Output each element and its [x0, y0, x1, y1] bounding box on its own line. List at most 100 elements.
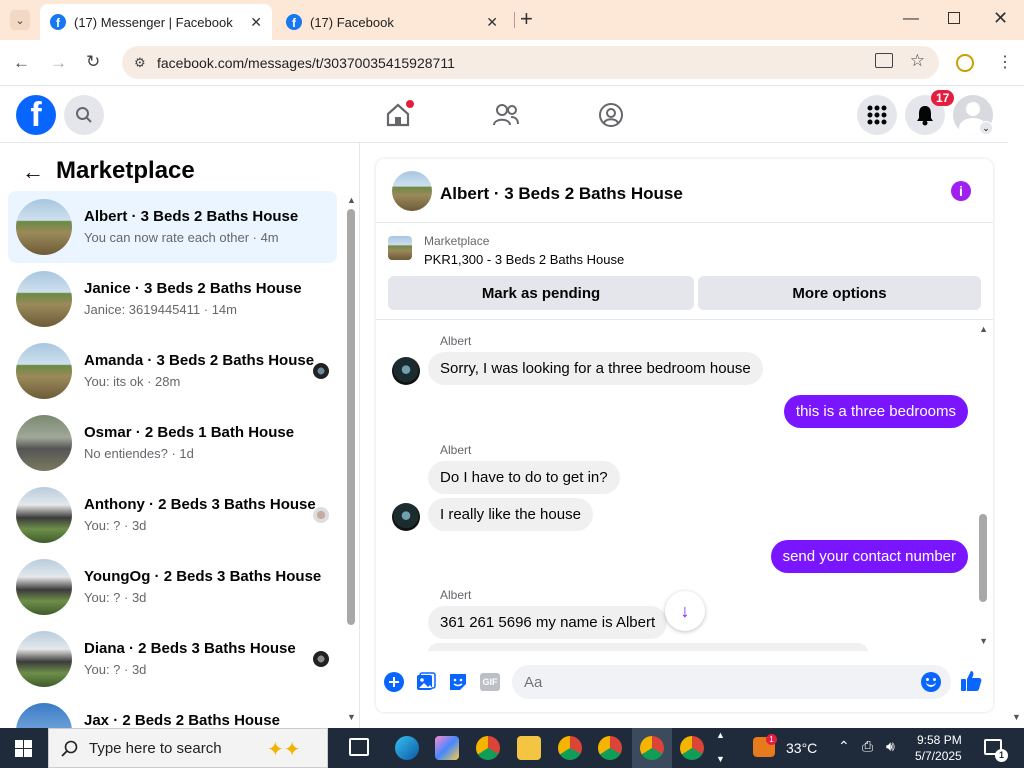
taskbar-scroll-up-icon[interactable]: ▲ [716, 730, 725, 740]
conversation-item[interactable]: Osmar · 2 Beds 1 Bath House No entiendes… [8, 407, 337, 479]
message-bubble-in[interactable]: 361 261 5696 my name is Albert [428, 606, 668, 639]
chrome-icon[interactable] [598, 736, 622, 760]
file-explorer-icon[interactable] [517, 736, 541, 760]
message-bubble-out[interactable]: this is a three bedrooms [783, 395, 968, 428]
new-tab-button[interactable]: + [520, 6, 533, 32]
notification-count: 1 [995, 749, 1008, 762]
more-options-button[interactable]: More options [698, 276, 981, 310]
message-sender: Albert [440, 443, 472, 457]
listing-thumbnail [16, 271, 72, 327]
tab-title: (17) Facebook [310, 14, 394, 30]
close-window-button[interactable]: ✕ [993, 8, 1008, 29]
conversation-item[interactable]: Diana · 2 Beds 3 Baths House You: ? · 3d [8, 623, 337, 695]
scrollbar-thumb[interactable] [347, 209, 355, 625]
sender-avatar[interactable] [392, 503, 420, 531]
url-text[interactable]: facebook.com/messages/t/3037003541592871… [157, 55, 455, 71]
plus-circle-icon[interactable] [383, 671, 405, 693]
menu-dots-icon[interactable]: ⋮ [997, 52, 1013, 72]
edge-icon[interactable] [395, 736, 419, 760]
reload-icon[interactable]: ↻ [86, 52, 100, 72]
scroll-down-icon[interactable]: ▼ [347, 712, 356, 722]
close-tab-icon[interactable]: ✕ [486, 14, 498, 31]
weather-badge: 1 [766, 734, 777, 745]
conversation-item[interactable]: Anthony · 2 Beds 3 Baths House You: ? · … [8, 479, 337, 551]
chrome-icon[interactable] [680, 736, 704, 760]
search-button[interactable] [64, 95, 104, 135]
taskbar-search[interactable]: Type here to search ✦✦ [48, 728, 328, 768]
task-view-icon[interactable] [349, 738, 369, 756]
message-input[interactable] [512, 665, 951, 699]
profile-icon[interactable] [956, 54, 974, 72]
message-bubble-in[interactable]: Do I have to do to get in? [428, 461, 620, 494]
friends-icon[interactable] [492, 102, 520, 128]
site-info-icon[interactable]: ⚙ [134, 55, 146, 71]
info-icon[interactable]: i [951, 181, 971, 201]
conversation-item[interactable]: Jax · 2 Beds 2 Baths House [8, 695, 337, 728]
conversation-item[interactable]: Amanda · 3 Beds 2 Baths House You: its o… [8, 335, 337, 407]
restore-button[interactable] [948, 12, 960, 24]
thumbs-up-icon[interactable] [959, 669, 983, 698]
marketplace-title: Marketplace [56, 157, 195, 184]
conversation-snippet: You: its ok · 28m [84, 374, 181, 389]
mark-as-pending-button[interactable]: Mark as pending [388, 276, 694, 310]
listing-thumbnail[interactable] [388, 236, 412, 260]
photo-icon[interactable] [415, 671, 437, 693]
home-notification-dot [406, 100, 414, 108]
copilot-icon[interactable] [435, 736, 459, 760]
bookmark-star-icon[interactable]: ☆ [910, 51, 925, 71]
tab-messenger[interactable]: f (17) Messenger | Facebook ✕ [40, 4, 272, 40]
chrome-icon[interactable] [558, 736, 582, 760]
conversation-name: Anthony · 2 Beds 3 Baths House [84, 496, 316, 513]
listing-price[interactable]: PKR1,300 - 3 Beds 2 Baths House [424, 252, 624, 267]
facebook-logo-icon[interactable]: f [16, 95, 56, 135]
omnibox[interactable]: ⚙ facebook.com/messages/t/30370035415928… [122, 46, 939, 79]
facebook-favicon-icon: f [50, 14, 66, 30]
network-icon[interactable]: ⎙ [862, 738, 873, 755]
chat-scroll-up-icon[interactable]: ▲ [979, 324, 988, 334]
emoji-icon[interactable] [921, 672, 941, 692]
show-hidden-icons[interactable]: ⌃ [838, 738, 850, 755]
tab-search-button[interactable]: ⌄ [10, 10, 30, 30]
groups-icon[interactable] [598, 102, 624, 128]
chat-scroll-down-icon[interactable]: ▼ [979, 636, 988, 646]
conversation-item[interactable]: YoungOg · 2 Beds 3 Baths House You: ? · … [8, 551, 337, 623]
seen-avatar [313, 651, 329, 667]
close-tab-icon[interactable]: ✕ [250, 14, 262, 31]
chat-listing-thumbnail[interactable] [392, 171, 432, 211]
chrome-icon[interactable] [640, 736, 664, 760]
chrome-icon[interactable] [476, 736, 500, 760]
taskbar-scroll-down-icon[interactable]: ▼ [716, 754, 725, 764]
back-icon[interactable]: ← [13, 53, 30, 73]
install-app-icon[interactable] [875, 53, 893, 68]
account-chevron-icon[interactable]: ⌄ [979, 121, 993, 135]
scroll-up-icon[interactable]: ▲ [347, 195, 356, 205]
page-scroll-down-icon[interactable]: ▼ [1012, 712, 1021, 722]
clock-date[interactable]: 5/7/2025 [915, 749, 962, 763]
conversation-snippet: You can now rate each other · 4m [84, 230, 279, 245]
weather-temperature[interactable]: 33°C [786, 740, 817, 756]
search-icon [76, 107, 92, 123]
sender-avatar[interactable] [392, 357, 420, 385]
sticker-icon[interactable] [447, 671, 469, 693]
listing-thumbnail [16, 703, 72, 728]
volume-icon[interactable]: 🔊︎ [886, 738, 895, 755]
gif-icon[interactable]: GIF [479, 671, 501, 693]
message-bubble-in[interactable]: I really like the house [428, 498, 593, 531]
menu-button[interactable] [857, 95, 897, 135]
minimize-button[interactable]: — [903, 10, 919, 28]
scroll-to-bottom-button[interactable]: ↓ [665, 591, 705, 631]
message-bubble-out[interactable]: send your contact number [770, 540, 968, 573]
forward-icon[interactable]: → [50, 53, 67, 73]
conversation-name: Diana · 2 Beds 3 Baths House [84, 640, 296, 657]
conversation-item[interactable]: Janice · 3 Beds 2 Baths House Janice: 36… [8, 263, 337, 335]
clock-time[interactable]: 9:58 PM [917, 733, 962, 747]
chat-title[interactable]: Albert · 3 Beds 2 Baths House [440, 184, 683, 204]
conversation-item[interactable]: Albert · 3 Beds 2 Baths House You can no… [8, 191, 337, 263]
message-bubble-in[interactable]: Sorry, I was looking for a three bedroom… [428, 352, 763, 385]
back-arrow-icon[interactable]: ← [22, 159, 44, 185]
windows-start-icon[interactable] [15, 740, 32, 757]
listing-thumbnail [16, 631, 72, 687]
chat-scrollbar-thumb[interactable] [979, 514, 987, 602]
tab-facebook[interactable]: f (17) Facebook ✕ [276, 4, 508, 40]
listing-thumbnail [16, 199, 72, 255]
